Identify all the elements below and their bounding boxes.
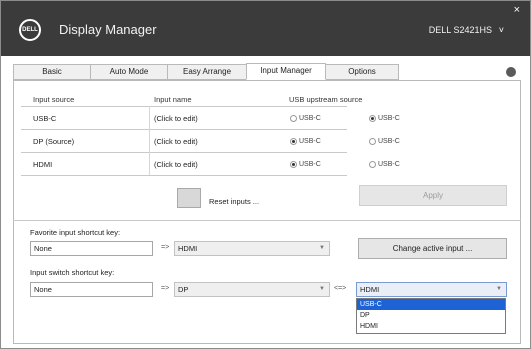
tab-auto-mode[interactable]: Auto Mode <box>90 64 168 80</box>
header-usb-upstream: USB upstream source <box>289 95 363 104</box>
input-name-edit[interactable]: (Click to edit) <box>154 114 198 123</box>
tab-input-manager[interactable]: Input Manager <box>246 63 326 80</box>
usb-radio-label: USB-C <box>378 115 400 122</box>
maps-to-arrow: => <box>161 244 170 251</box>
table-divider <box>21 152 347 153</box>
select-value: HDMI <box>360 285 380 294</box>
usb-radio-b[interactable] <box>369 161 376 168</box>
switch-key-field[interactable]: None <box>30 282 153 297</box>
tab-options[interactable]: Options <box>325 64 399 80</box>
usb-radio-label: USB-C <box>299 115 321 122</box>
usb-radio-a[interactable] <box>290 161 297 168</box>
input-name-edit[interactable]: (Click to edit) <box>154 160 198 169</box>
column-divider <box>149 106 150 175</box>
select-value: DP <box>178 285 189 294</box>
apply-button[interactable]: Apply <box>359 185 507 206</box>
favorite-shortcut-label: Favorite input shortcut key: <box>30 228 121 237</box>
favorite-input-select[interactable]: HDMI ▼ <box>174 241 330 256</box>
dropdown-option[interactable]: DP <box>357 310 505 321</box>
table-row-input: HDMI <box>33 160 53 169</box>
table-row-input: DP (Source) <box>33 137 75 146</box>
input-name-edit[interactable]: (Click to edit) <box>154 137 198 146</box>
title-bar: DELL Display Manager DELL S2421HS ˅ × <box>1 1 530 56</box>
swap-arrow: <=> <box>334 285 347 292</box>
chevron-down-icon[interactable]: ˅ <box>499 25 504 35</box>
table-row-input: USB-C <box>33 114 57 123</box>
chevron-down-icon: ▼ <box>319 245 325 251</box>
usb-radio-label: USB-C <box>299 138 321 145</box>
tab-easy-arrange[interactable]: Easy Arrange <box>167 64 247 80</box>
chevron-down-icon: ▼ <box>319 286 325 292</box>
display-manager-window: DELL Display Manager DELL S2421HS ˅ × Ba… <box>0 0 531 349</box>
input-dropdown-list: USB-C DP HDMI <box>356 298 506 334</box>
usb-radio-label: USB-C <box>299 161 321 168</box>
switch-shortcut-label: Input switch shortcut key: <box>30 268 115 277</box>
close-button[interactable]: × <box>514 5 520 16</box>
usb-radio-a[interactable] <box>290 115 297 122</box>
reset-icon[interactable] <box>177 188 201 208</box>
change-active-input-button[interactable]: Change active input ... <box>358 238 507 259</box>
tab-bar: Basic Auto Mode Easy Arrange Input Manag… <box>13 63 399 80</box>
header-input-name: Input name <box>154 95 192 104</box>
usb-radio-label: USB-C <box>378 161 400 168</box>
table-divider <box>21 129 347 130</box>
help-icon[interactable] <box>506 67 516 77</box>
dropdown-option[interactable]: USB-C <box>357 299 505 310</box>
tab-basic[interactable]: Basic <box>13 64 91 80</box>
select-value: HDMI <box>178 244 198 253</box>
app-title: Display Manager <box>59 22 157 37</box>
usb-radio-b[interactable] <box>369 115 376 122</box>
usb-radio-a[interactable] <box>290 138 297 145</box>
dropdown-option[interactable]: HDMI <box>357 321 505 332</box>
maps-to-arrow: => <box>161 285 170 292</box>
table-divider <box>21 106 347 107</box>
usb-radio-label: USB-C <box>378 138 400 145</box>
usb-radio-b[interactable] <box>369 138 376 145</box>
header-input-source: Input source <box>33 95 75 104</box>
dell-logo-icon: DELL <box>19 19 41 41</box>
switch-input-a-select[interactable]: DP ▼ <box>174 282 330 297</box>
switch-input-b-select[interactable]: HDMI ▼ <box>356 282 507 297</box>
favorite-key-field[interactable]: None <box>30 241 153 256</box>
chevron-down-icon: ▼ <box>496 286 502 292</box>
monitor-selector[interactable]: DELL S2421HS <box>429 25 492 35</box>
section-divider <box>13 220 521 221</box>
reset-inputs-link[interactable]: Reset inputs ... <box>209 197 259 206</box>
table-divider <box>21 175 347 176</box>
